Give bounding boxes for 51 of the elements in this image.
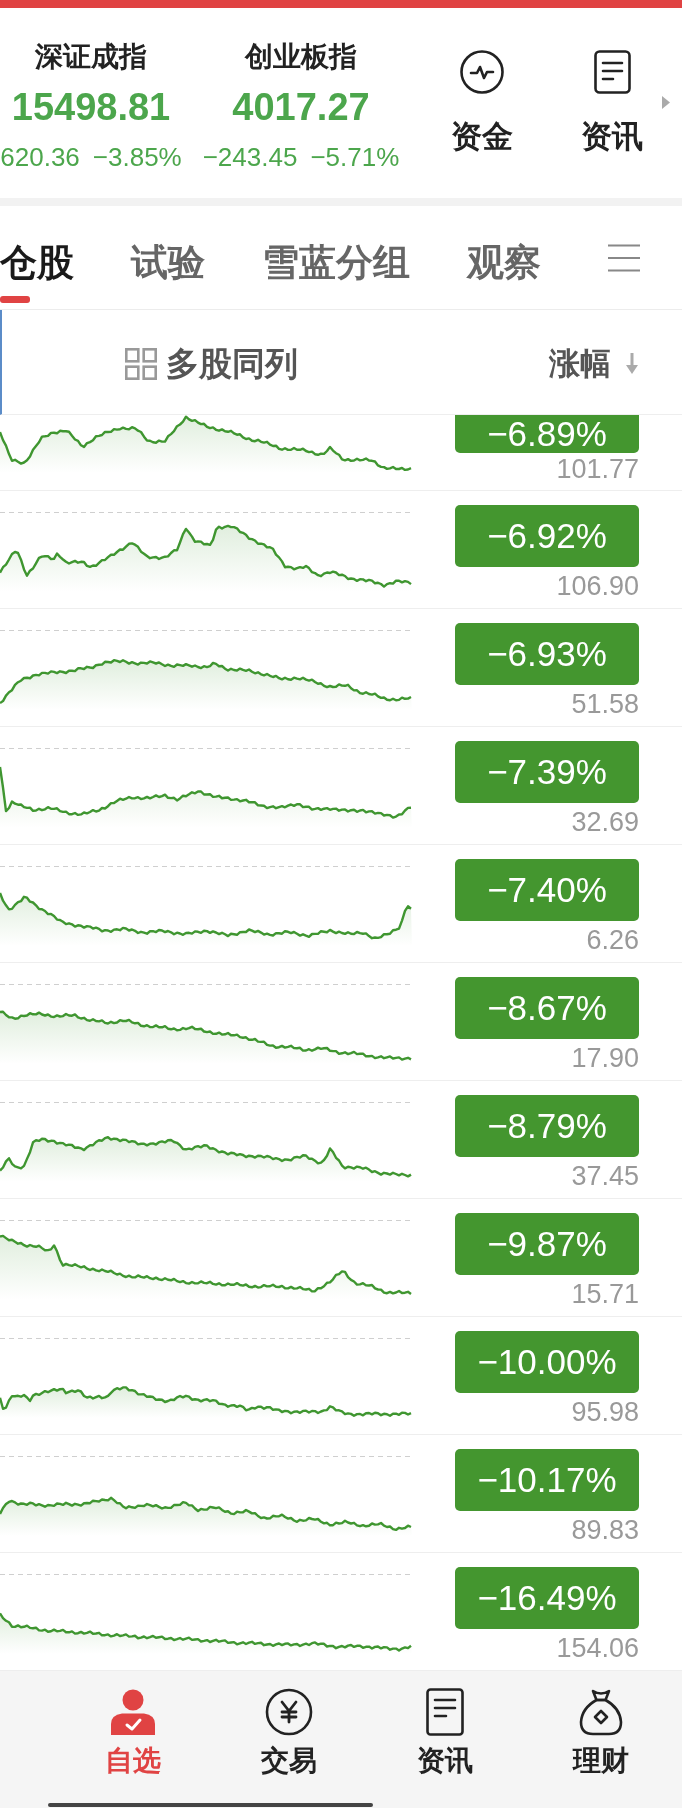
- nav-item[interactable]: 资讯: [367, 1688, 523, 1778]
- grid-icon: [125, 347, 157, 380]
- change-percent-badge: −9.87%: [455, 1213, 639, 1275]
- tab[interactable]: 观察: [467, 206, 541, 309]
- yen-coin-icon: [265, 1688, 313, 1736]
- menu-icon[interactable]: [608, 243, 640, 272]
- change-percent-badge: −10.00%: [455, 1331, 639, 1393]
- change-percent-badge: −6.93%: [455, 623, 639, 685]
- change-percent-badge: −7.40%: [455, 859, 639, 921]
- stock-price: 6.26: [585, 925, 639, 955]
- stock-price: 15.71: [570, 1279, 639, 1309]
- tab[interactable]: 仓股: [0, 206, 74, 309]
- document-icon: [593, 50, 631, 94]
- person-check-icon: [109, 1688, 157, 1736]
- change-percent-badge: −8.67%: [455, 977, 639, 1039]
- index-change: −243.45: [202, 141, 298, 174]
- change-percent-badge: −6.92%: [455, 505, 639, 567]
- caret-right-icon: [662, 96, 670, 109]
- multi-column-button[interactable]: 多股同列: [125, 342, 298, 385]
- change-percent-badge: −10.17%: [455, 1449, 639, 1511]
- stock-price: 106.90: [555, 571, 639, 601]
- index-value: 4017.27: [232, 85, 370, 130]
- pulse-circle-icon: [460, 50, 504, 94]
- stock-price: 154.06: [555, 1633, 639, 1663]
- index-value: 15498.81: [11, 85, 171, 130]
- tab[interactable]: 试验: [131, 206, 205, 309]
- shortcut-button[interactable]: 资讯: [562, 50, 662, 157]
- stock-price: 37.45: [570, 1161, 639, 1191]
- stock-price: 95.98: [570, 1397, 639, 1427]
- stock-price: 51.58: [570, 689, 639, 719]
- index-change: 620.36: [0, 141, 80, 174]
- tab[interactable]: 雪蓝分组: [262, 206, 410, 309]
- document-icon: [426, 1688, 464, 1736]
- index-name: 深证成指: [35, 40, 147, 74]
- change-percent-badge: −8.79%: [455, 1095, 639, 1157]
- index-change-percent: −3.85%: [92, 141, 182, 174]
- stock-price: 17.90: [570, 1043, 639, 1073]
- shortcut-button[interactable]: 资金: [432, 50, 532, 157]
- stock-price: 89.83: [570, 1515, 639, 1545]
- index-change-percent: −5.71%: [310, 141, 400, 174]
- stock-price: 101.77: [555, 454, 639, 484]
- change-percent-badge: −7.39%: [455, 741, 639, 803]
- nav-item[interactable]: 交易: [211, 1688, 367, 1778]
- sort-button[interactable]: 涨幅: [549, 342, 638, 385]
- change-percent-badge: −6.89%: [455, 415, 639, 453]
- stock-price: 32.69: [570, 807, 639, 837]
- money-bag-icon: [577, 1688, 625, 1736]
- nav-item[interactable]: 理财: [523, 1688, 679, 1778]
- change-percent-badge: −16.49%: [455, 1567, 639, 1629]
- nav-item[interactable]: 自选: [55, 1688, 211, 1778]
- index-name: 创业板指: [245, 40, 357, 74]
